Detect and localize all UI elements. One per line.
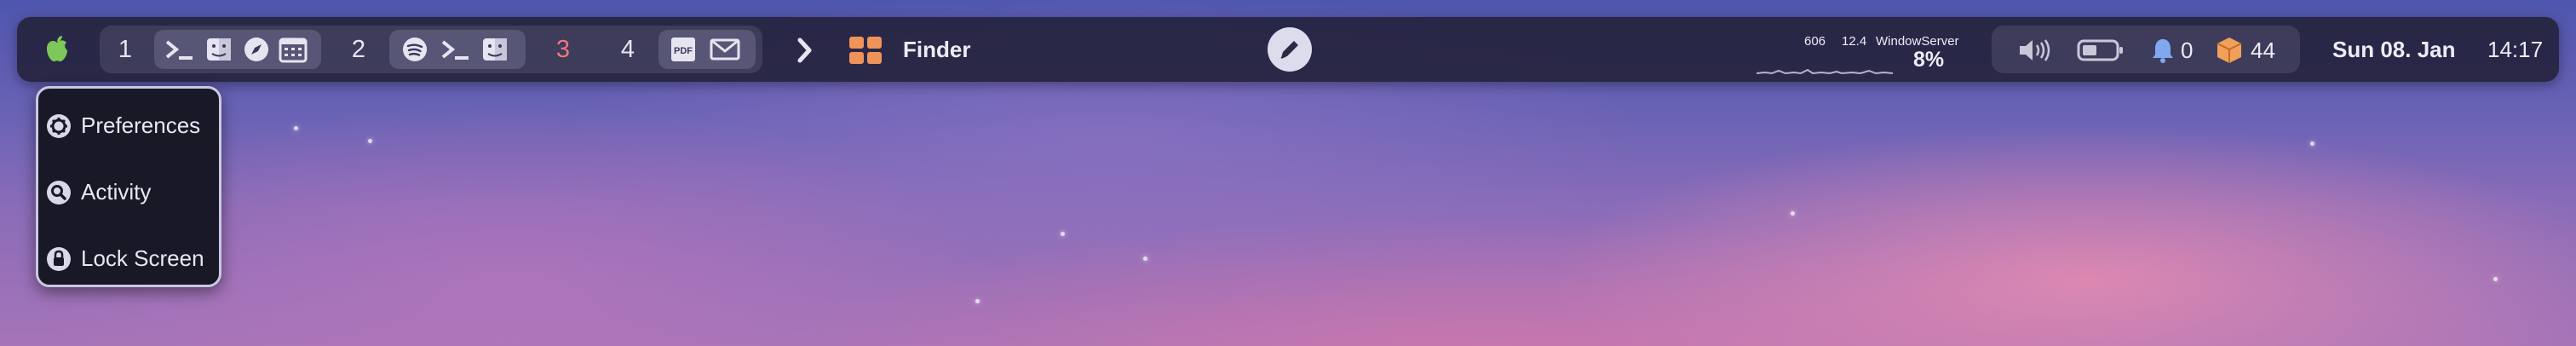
space-3-button[interactable]: 3 <box>544 26 582 73</box>
space-2-button[interactable]: 2 <box>340 26 377 73</box>
pen-button[interactable] <box>1268 27 1312 72</box>
space-1-apps <box>154 30 321 69</box>
package-count: 44 <box>2251 37 2275 63</box>
cpu-percent: 8% <box>1913 48 1945 72</box>
star <box>975 299 980 303</box>
finder-icon[interactable] <box>205 37 233 62</box>
date-label[interactable]: Sun 08. Jan <box>2332 37 2456 63</box>
svg-text:PDF: PDF <box>674 46 693 56</box>
spaces-group: 1 2 3 4 PDF <box>100 26 762 73</box>
menu-item-lock-screen[interactable]: Lock Screen <box>38 235 219 283</box>
menu-item-label: Lock Screen <box>81 245 204 271</box>
star <box>368 139 372 143</box>
space-4-button[interactable]: 4 <box>609 26 647 73</box>
space-2-apps <box>389 30 526 69</box>
top-process-cpu: 12.4 <box>1842 34 1867 49</box>
package-icon[interactable] <box>2215 36 2244 65</box>
top-process-pid: 606 <box>1804 34 1826 49</box>
space-4-apps: PDF <box>658 30 756 69</box>
star <box>1791 211 1795 216</box>
top-process-name: WindowServer <box>1876 34 1959 49</box>
gear-icon <box>47 114 71 138</box>
safari-icon[interactable] <box>243 36 270 63</box>
magnifier-icon <box>47 181 71 205</box>
time-label[interactable]: 14:17 <box>2487 37 2543 63</box>
star <box>2310 141 2314 146</box>
star <box>2493 277 2498 281</box>
calendar-icon[interactable] <box>279 36 308 63</box>
chevron-right-icon[interactable] <box>796 37 814 63</box>
star <box>1143 257 1147 261</box>
finder-icon[interactable] <box>481 37 509 62</box>
spotify-icon[interactable] <box>401 36 428 63</box>
status-group: 0 44 <box>1992 26 2300 73</box>
apple-logo-icon[interactable] <box>44 34 70 63</box>
space-1-button[interactable]: 1 <box>106 26 144 73</box>
volume-icon[interactable] <box>2017 37 2055 63</box>
terminal-icon[interactable] <box>164 37 195 61</box>
pdf-icon[interactable]: PDF <box>669 36 698 63</box>
notification-count: 0 <box>2181 37 2194 63</box>
menu-item-preferences[interactable]: Preferences <box>38 102 219 150</box>
cpu-graph <box>1757 68 1893 75</box>
menu-item-label: Preferences <box>81 112 201 138</box>
bell-icon[interactable] <box>2150 37 2176 64</box>
menu-item-label: Activity <box>81 179 152 205</box>
menu-item-activity[interactable]: Activity <box>38 169 219 216</box>
pen-icon <box>1280 41 1298 59</box>
window-grid-icon <box>849 37 882 64</box>
lock-icon <box>47 247 71 271</box>
star <box>294 126 298 130</box>
front-app-name[interactable]: Finder <box>903 37 970 63</box>
star <box>1061 232 1065 236</box>
mail-icon[interactable] <box>710 37 740 61</box>
terminal-icon[interactable] <box>440 37 471 61</box>
apple-menu-popup: Preferences Activity Lock Screen <box>36 86 221 287</box>
menu-bar: 1 2 3 4 PDF Finder 606 12.4 WindowServer… <box>17 17 2559 82</box>
battery-icon[interactable] <box>2077 39 2125 61</box>
